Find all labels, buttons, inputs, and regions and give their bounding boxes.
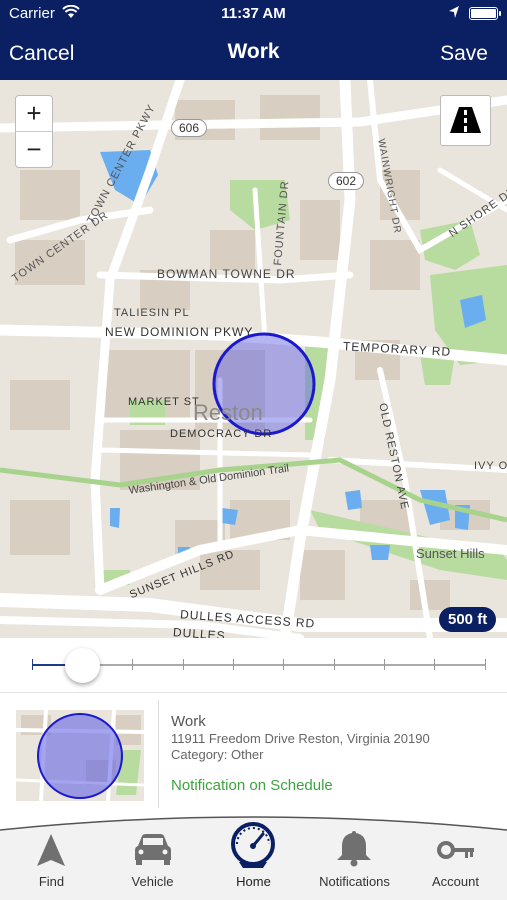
route-606-shield: 606 bbox=[171, 119, 207, 137]
tab-account[interactable]: Account bbox=[405, 812, 506, 900]
tab-find[interactable]: Find bbox=[1, 812, 102, 900]
place-name: Work bbox=[171, 713, 206, 730]
city-label: Reston bbox=[193, 400, 263, 425]
place-card[interactable]: Work 11911 Freedom Drive Reston, Virgini… bbox=[0, 694, 507, 814]
tab-label: Home bbox=[236, 874, 271, 889]
bell-icon bbox=[304, 828, 405, 868]
tab-label: Account bbox=[432, 874, 479, 889]
slider-tick bbox=[334, 659, 335, 670]
car-icon bbox=[102, 828, 203, 868]
place-address: 11911 Freedom Drive Reston, Virginia 201… bbox=[171, 731, 430, 746]
location-arrow-icon bbox=[448, 5, 460, 23]
zoom-control: + − bbox=[15, 95, 53, 168]
radius-slider[interactable] bbox=[0, 638, 507, 693]
navigation-bar: Carrier 11:37 AM Cancel Work Save bbox=[0, 0, 507, 80]
map-view[interactable]: 606 602 TOWN CENTER PKWY TOWN CENTER DR … bbox=[0, 80, 507, 638]
road-label: DEMOCRACY DR bbox=[170, 428, 273, 440]
save-button[interactable]: Save bbox=[440, 42, 488, 66]
status-bar: Carrier 11:37 AM bbox=[0, 0, 507, 28]
place-category: Category: Other bbox=[171, 747, 264, 762]
tab-home[interactable]: Home bbox=[203, 812, 304, 900]
slider-tick bbox=[485, 659, 486, 670]
route-602-shield: 602 bbox=[328, 172, 364, 190]
speedometer-icon bbox=[203, 822, 304, 868]
slider-tick bbox=[233, 659, 234, 670]
navigation-arrow-icon bbox=[1, 828, 102, 868]
slider-thumb[interactable] bbox=[65, 648, 100, 683]
road-label: NEW DOMINION PKWY bbox=[105, 325, 254, 339]
page-title: Work bbox=[227, 40, 280, 63]
tab-label: Find bbox=[38, 874, 65, 889]
road-label: IVY OA bbox=[474, 460, 507, 472]
road-label: MARKET ST bbox=[128, 396, 200, 408]
card-divider bbox=[158, 700, 159, 808]
clock: 11:37 AM bbox=[221, 5, 286, 22]
road-icon bbox=[450, 107, 481, 133]
zoom-out-button[interactable]: − bbox=[16, 132, 52, 168]
slider-track[interactable] bbox=[32, 664, 486, 666]
scale-badge: 500 ft bbox=[439, 607, 497, 632]
zoom-in-button[interactable]: + bbox=[16, 96, 52, 132]
tab-bar: Find Vehicle Home Notifications Account bbox=[0, 812, 507, 900]
key-icon bbox=[405, 828, 506, 868]
notification-schedule-link[interactable]: Notification on Schedule bbox=[171, 777, 333, 794]
slider-tick bbox=[132, 659, 133, 670]
tab-label: Notifications bbox=[319, 874, 390, 889]
road-label: TALIESIN PL bbox=[114, 307, 190, 319]
road-label: BOWMAN TOWNE DR bbox=[157, 267, 296, 281]
tab-label: Vehicle bbox=[131, 874, 174, 889]
tab-vehicle[interactable]: Vehicle bbox=[102, 812, 203, 900]
slider-tick bbox=[183, 659, 184, 670]
slider-tick bbox=[384, 659, 385, 670]
area-label: Sunset Hills bbox=[416, 546, 485, 561]
slider-tick bbox=[434, 659, 435, 670]
battery-icon bbox=[469, 7, 501, 20]
slider-tick bbox=[283, 659, 284, 670]
slider-tick bbox=[32, 659, 33, 670]
traffic-toggle-button[interactable] bbox=[440, 95, 491, 146]
tab-notifications[interactable]: Notifications bbox=[304, 812, 405, 900]
place-map-thumbnail bbox=[16, 710, 144, 801]
